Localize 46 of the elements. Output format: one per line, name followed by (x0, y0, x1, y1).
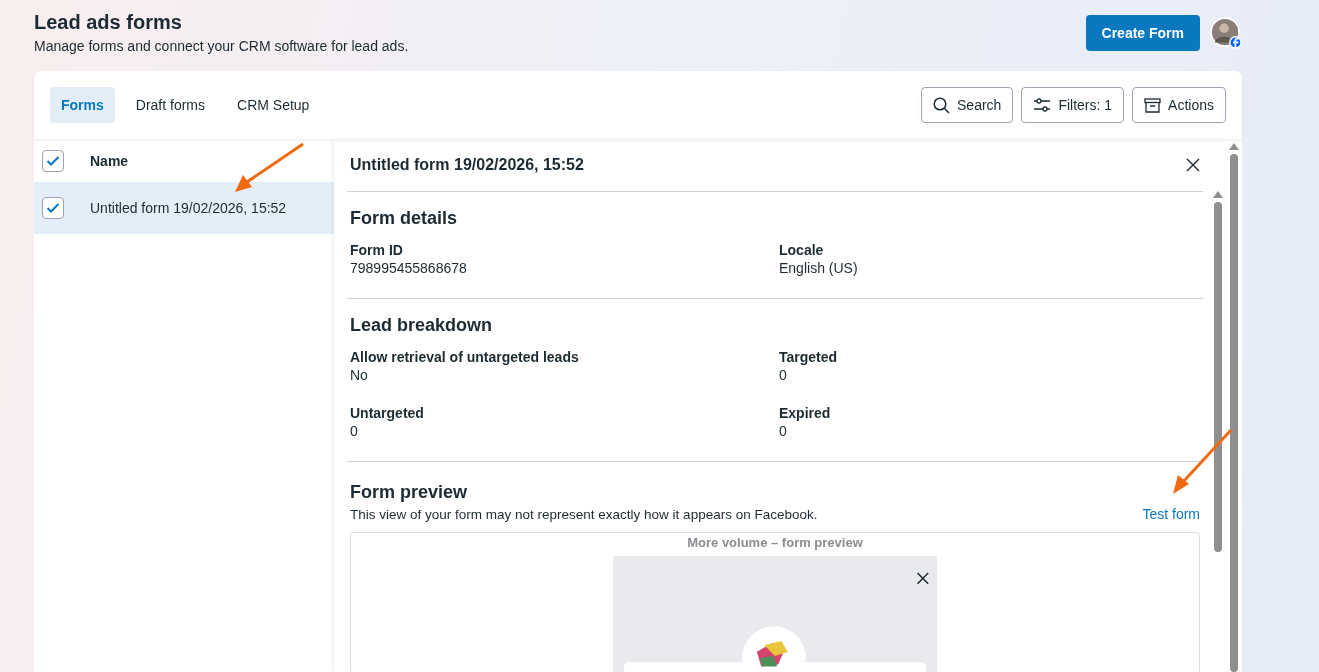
page-subtitle: Manage forms and connect your CRM software for lead ads. (34, 38, 409, 54)
section-heading: Lead breakdown (350, 315, 494, 336)
create-form-button[interactable]: Create Form (1085, 15, 1200, 51)
arrow-icon (1171, 428, 1233, 496)
field-value: No (350, 367, 369, 383)
detail-title: Untitled form 19/02/2026, 15:52 (350, 156, 584, 174)
sliders-icon (1033, 98, 1052, 112)
search-icon (933, 96, 951, 114)
field-value: English (US) (779, 260, 859, 276)
archive-box-icon (1144, 97, 1162, 113)
avatar-icon[interactable] (1210, 17, 1242, 49)
tab[interactable]: CRM Setup (226, 87, 321, 123)
check-icon (46, 202, 60, 214)
field-label: Untargeted (350, 405, 425, 421)
field-label: Form ID (350, 242, 404, 258)
field-value: 0 (779, 423, 788, 439)
field-value: 798995455868678 (350, 260, 468, 276)
check-icon (46, 154, 60, 167)
scrollbar-thumb[interactable] (1214, 202, 1222, 552)
scrollbar-thumb[interactable] (1230, 154, 1238, 672)
field-value: 0 (779, 367, 788, 383)
tab[interactable]: Draft forms (124, 87, 217, 123)
checkbox[interactable] (42, 197, 64, 219)
filters-button[interactable]: Filters: 1 (1021, 87, 1125, 123)
actions-button[interactable]: Actions (1132, 87, 1226, 123)
search-button[interactable]: Search (921, 87, 1014, 123)
field-label: Expired (779, 405, 832, 421)
preview-note: This view of your form may not represent exactly how it appears on Facebook. (350, 507, 818, 522)
test-form-link[interactable]: Test form (1142, 506, 1200, 522)
list-row[interactable]: Untitled form 19/02/2026, 15:52 (34, 182, 334, 234)
form-name: Untitled form 19/02/2026, 15:52 (90, 200, 287, 216)
scroll-up-icon[interactable] (1213, 191, 1223, 198)
arrow-icon (233, 142, 305, 194)
field-label: Targeted (779, 349, 839, 365)
preview-caption: More volume – form preview (687, 535, 863, 550)
checkbox[interactable] (42, 149, 64, 172)
page-title: Lead ads forms (34, 11, 183, 34)
field-value: 0 (350, 423, 359, 439)
section-heading: Form details (350, 208, 459, 229)
close-icon[interactable] (1186, 158, 1200, 172)
section-heading: Form preview (350, 482, 469, 503)
scroll-up-icon[interactable] (1229, 143, 1239, 150)
column-header: Name (90, 152, 129, 169)
tab[interactable]: Forms (50, 87, 115, 123)
field-label: Locale (779, 242, 825, 258)
field-label: Allow retrieval of untargeted leads (350, 349, 580, 365)
